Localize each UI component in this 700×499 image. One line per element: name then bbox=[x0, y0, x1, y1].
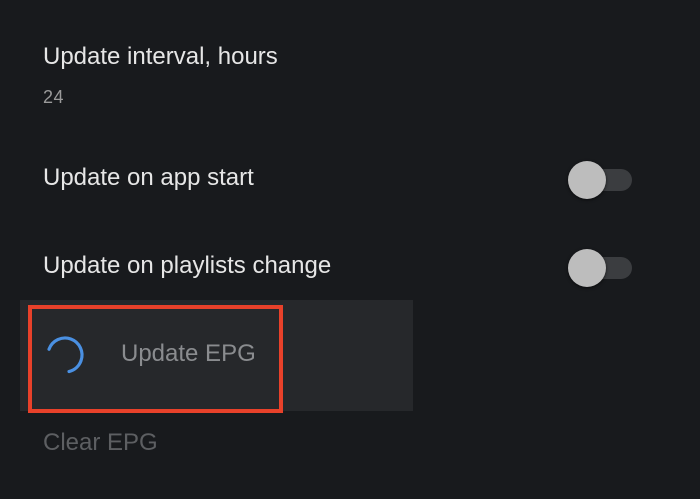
setting-update-on-app-start[interactable]: Update on app start bbox=[0, 160, 700, 200]
update-on-app-start-title: Update on app start bbox=[43, 164, 254, 191]
update-interval-title: Update interval, hours bbox=[43, 43, 278, 70]
setting-update-interval[interactable]: Update interval, hours 24 bbox=[0, 40, 700, 110]
clear-epg-button[interactable]: Clear EPG bbox=[43, 428, 158, 458]
update-on-app-start-toggle[interactable] bbox=[568, 160, 632, 200]
highlight-annotation-box bbox=[28, 305, 283, 413]
toggle-thumb bbox=[568, 161, 606, 199]
update-on-playlists-change-toggle[interactable] bbox=[568, 248, 632, 288]
update-interval-value: 24 bbox=[43, 87, 65, 107]
update-on-playlists-change-title: Update on playlists change bbox=[43, 252, 332, 279]
toggle-thumb bbox=[568, 249, 606, 287]
setting-update-on-playlists-change[interactable]: Update on playlists change bbox=[0, 248, 700, 288]
